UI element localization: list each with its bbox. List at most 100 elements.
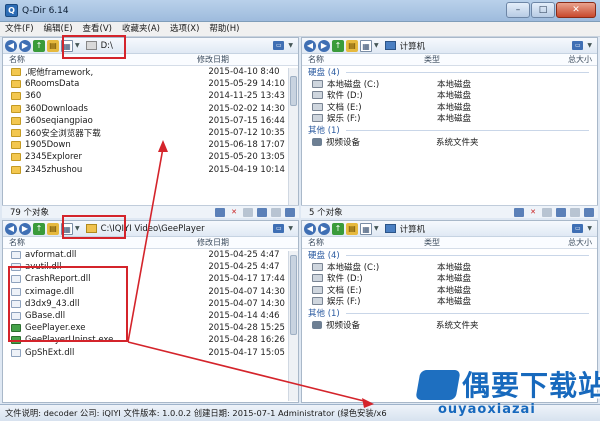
scroll-thumb[interactable]	[290, 255, 297, 335]
file-row[interactable]: 360Downloads 2015-02-02 14:30	[3, 103, 298, 115]
address-bar[interactable]: C:\IQIYI Video\GeePlayer	[83, 222, 270, 235]
forward-icon[interactable]: ▶	[318, 222, 330, 235]
layout-icon[interactable]: ▭	[273, 41, 285, 50]
column-date[interactable]: 修改日期	[197, 54, 287, 65]
drive-item[interactable]: 软件 (D:) 本地磁盘	[302, 273, 597, 284]
drive-item[interactable]: 文档 (E:) 本地磁盘	[302, 101, 597, 113]
view-mode-icon[interactable]: ▦	[360, 39, 372, 52]
layout-icon[interactable]: ▭	[273, 224, 285, 233]
vertical-scrollbar[interactable]	[288, 251, 298, 401]
filter-icon[interactable]	[514, 207, 524, 217]
menu-file[interactable]: 文件(F)	[0, 22, 39, 37]
file-row[interactable]: GeePlayer.exe 2015-04-28 15:25	[3, 322, 298, 334]
paste-icon[interactable]	[570, 207, 580, 217]
maximize-button[interactable]: □	[531, 2, 555, 18]
file-row[interactable]: 6RoomsData 2015-05-29 14:10	[3, 78, 298, 90]
file-row[interactable]: GeePlayerUninst.exe 2015-04-28 16:26	[3, 334, 298, 346]
up-folder-icon[interactable]: ↑	[332, 222, 344, 235]
device-item[interactable]: 视频设备 系统文件夹	[302, 136, 597, 148]
column-type[interactable]: 类型	[424, 237, 516, 248]
file-row[interactable]: 360 2014-11-25 13:43	[3, 90, 298, 102]
cut-icon[interactable]	[542, 207, 552, 217]
file-row[interactable]: 1905Down 2015-06-18 17:07	[3, 139, 298, 151]
delete-icon[interactable]: ✕	[528, 208, 538, 217]
vertical-scrollbar[interactable]	[288, 68, 298, 208]
layout-icon[interactable]: ▭	[572, 224, 584, 233]
column-name[interactable]: 名称	[9, 237, 197, 248]
column-name[interactable]: 名称	[308, 54, 424, 65]
column-total-size[interactable]: 总大小	[556, 54, 592, 65]
menu-favorites[interactable]: 收藏夹(A)	[117, 22, 165, 37]
back-icon[interactable]: ◀	[304, 39, 316, 52]
chevron-down-icon[interactable]: ▼	[587, 42, 592, 49]
file-row[interactable]: CrashReport.dll 2015-04-17 17:44	[3, 273, 298, 285]
back-icon[interactable]: ◀	[5, 222, 17, 235]
column-total-size[interactable]: 总大小	[556, 237, 592, 248]
drive-item[interactable]: 娱乐 (F:) 本地磁盘	[302, 113, 597, 124]
file-row[interactable]: 2345Explorer 2015-05-20 13:05	[3, 151, 298, 163]
cut-icon[interactable]	[243, 207, 253, 217]
column-name[interactable]: 名称	[9, 54, 197, 65]
close-button[interactable]: ✕	[556, 2, 596, 18]
properties-icon[interactable]	[285, 207, 295, 217]
group-disks[interactable]: 硬盘 (4)	[302, 249, 597, 261]
drive-item[interactable]: 本地磁盘 (C:) 本地磁盘	[302, 78, 597, 90]
chevron-down-icon[interactable]: ▼	[75, 225, 80, 232]
group-disks[interactable]: 硬盘 (4)	[302, 66, 597, 78]
drive-item[interactable]: 文档 (E:) 本地磁盘	[302, 284, 597, 296]
column-date[interactable]: 修改日期	[197, 237, 287, 248]
scroll-thumb[interactable]	[290, 76, 297, 106]
forward-icon[interactable]: ▶	[19, 39, 31, 52]
view-mode-icon[interactable]: ▦	[61, 39, 73, 52]
copy-icon[interactable]	[556, 207, 566, 217]
chevron-down-icon[interactable]: ▼	[587, 225, 592, 232]
view-mode-icon[interactable]: ▦	[360, 222, 372, 235]
up-folder-icon[interactable]: ↑	[332, 39, 344, 52]
menu-view[interactable]: 查看(V)	[78, 22, 117, 37]
file-row[interactable]: 2345zhushou 2015-04-19 10:14	[3, 164, 298, 176]
file-row[interactable]: GpShExt.dll 2015-04-17 15:05	[3, 347, 298, 359]
file-row[interactable]: cximage.dll 2015-04-07 14:30	[3, 286, 298, 298]
group-other[interactable]: 其他 (1)	[302, 307, 597, 319]
address-bar[interactable]: 计算机	[382, 39, 569, 52]
file-row[interactable]: 360seqiangpiao 2015-07-15 16:44	[3, 115, 298, 127]
menu-options[interactable]: 选项(X)	[165, 22, 204, 37]
delete-icon[interactable]: ✕	[229, 208, 239, 217]
column-type[interactable]: 类型	[424, 54, 516, 65]
device-item[interactable]: 视频设备 系统文件夹	[302, 319, 597, 331]
file-row[interactable]: 360安全浏览器下载 2015-07-12 10:35	[3, 127, 298, 139]
file-row[interactable]: GBase.dll 2015-04-14 4:46	[3, 310, 298, 322]
back-icon[interactable]: ◀	[5, 39, 17, 52]
folder-icon[interactable]: ▤	[346, 39, 358, 52]
back-icon[interactable]: ◀	[304, 222, 316, 235]
file-row[interactable]: avformat.dll 2015-04-25 4:47	[3, 249, 298, 261]
file-row[interactable]: ,呢他framework, 2015-04-10 8:40	[3, 66, 298, 78]
forward-icon[interactable]: ▶	[19, 222, 31, 235]
minimize-button[interactable]: –	[506, 2, 530, 18]
chevron-down-icon[interactable]: ▼	[288, 225, 293, 232]
filter-icon[interactable]	[215, 207, 225, 217]
folder-icon[interactable]: ▤	[346, 222, 358, 235]
group-other[interactable]: 其他 (1)	[302, 124, 597, 136]
view-mode-icon[interactable]: ▦	[61, 222, 73, 235]
drive-item[interactable]: 本地磁盘 (C:) 本地磁盘	[302, 261, 597, 273]
chevron-down-icon[interactable]: ▼	[374, 225, 379, 232]
address-bar[interactable]: 计算机	[382, 222, 569, 235]
drive-item[interactable]: 软件 (D:) 本地磁盘	[302, 90, 597, 101]
copy-icon[interactable]	[257, 207, 267, 217]
menu-edit[interactable]: 编辑(E)	[39, 22, 78, 37]
folder-icon[interactable]: ▤	[47, 39, 59, 52]
up-folder-icon[interactable]: ↑	[33, 39, 45, 52]
chevron-down-icon[interactable]: ▼	[374, 42, 379, 49]
forward-icon[interactable]: ▶	[318, 39, 330, 52]
file-row[interactable]: avutil.dll 2015-04-25 4:47	[3, 261, 298, 273]
drive-item[interactable]: 娱乐 (F:) 本地磁盘	[302, 296, 597, 307]
address-bar[interactable]: D:\	[83, 39, 270, 52]
layout-icon[interactable]: ▭	[572, 41, 584, 50]
properties-icon[interactable]	[584, 207, 594, 217]
folder-icon[interactable]: ▤	[47, 222, 59, 235]
column-name[interactable]: 名称	[308, 237, 424, 248]
chevron-down-icon[interactable]: ▼	[75, 42, 80, 49]
chevron-down-icon[interactable]: ▼	[288, 42, 293, 49]
up-folder-icon[interactable]: ↑	[33, 222, 45, 235]
